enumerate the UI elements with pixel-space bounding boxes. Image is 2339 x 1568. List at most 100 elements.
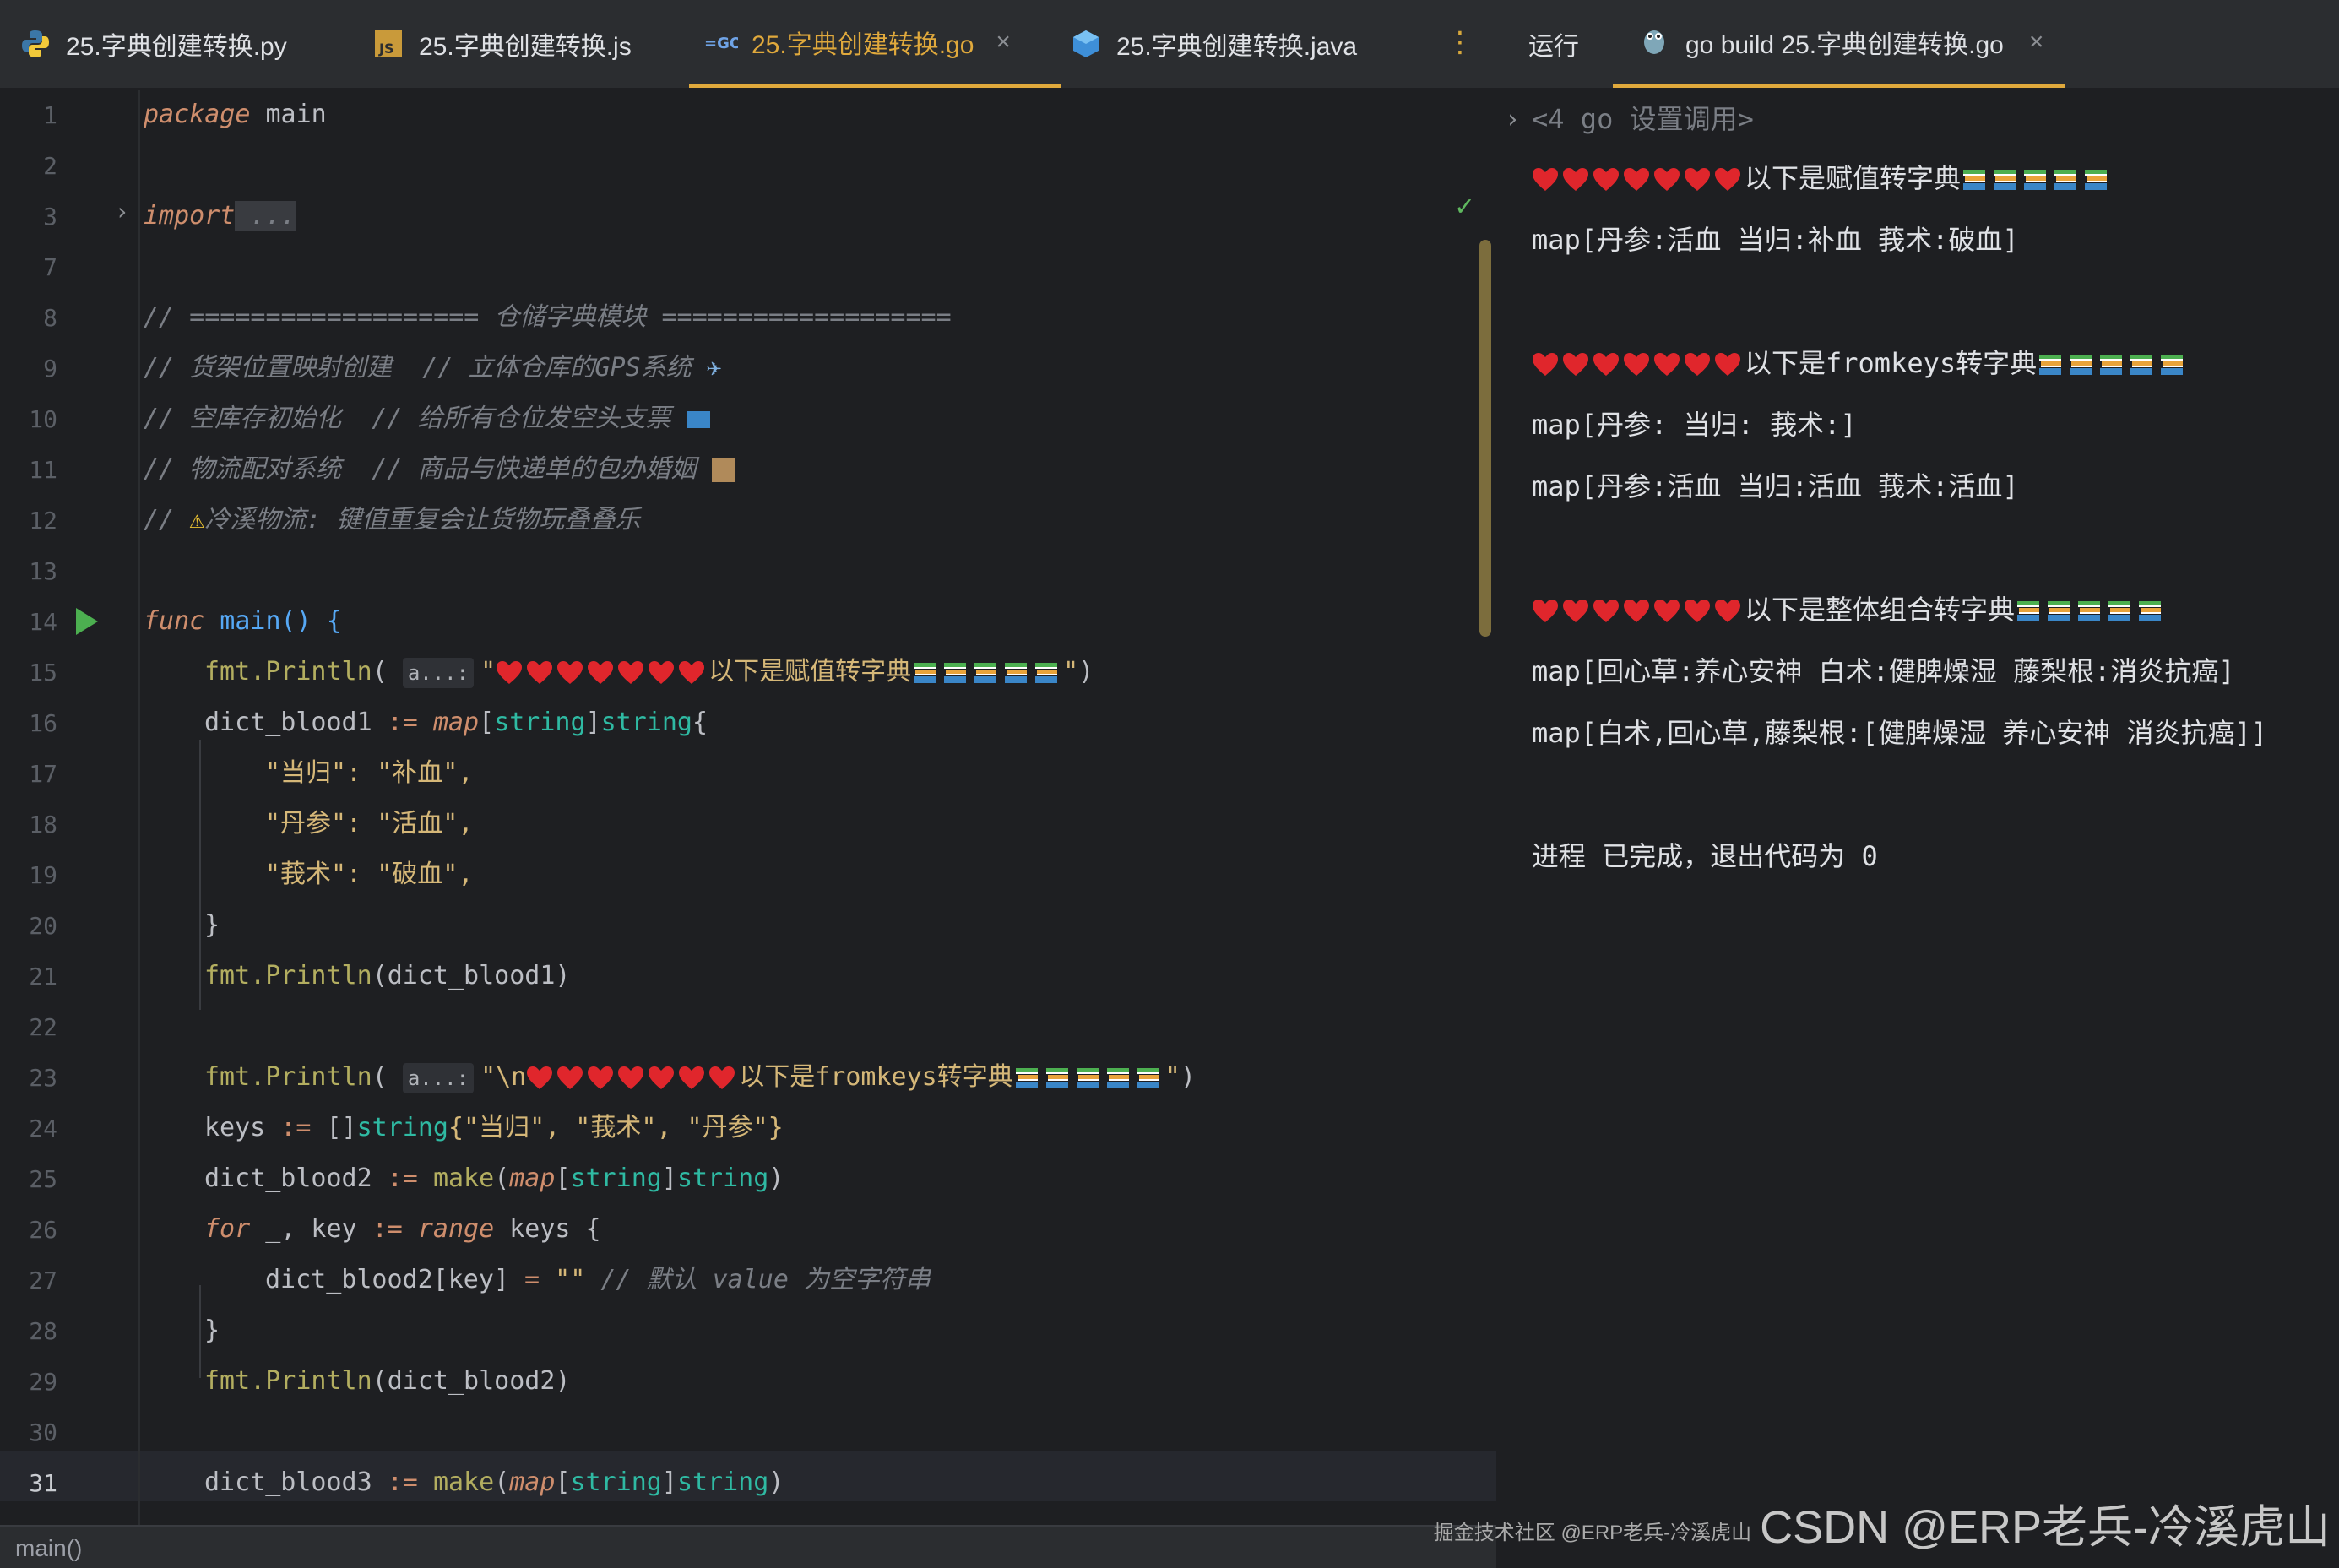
output-line: map[丹参: 当归: 莪术:] bbox=[1532, 409, 1857, 441]
line-number: 3 bbox=[43, 203, 57, 231]
run-tool-label[interactable]: 运行 bbox=[1528, 0, 1579, 88]
heart-emoji-row bbox=[1532, 347, 1745, 379]
line-number: 29 bbox=[29, 1368, 57, 1396]
line-number: 31 bbox=[29, 1469, 57, 1497]
tab-go-file[interactable]: =GO 25.字典创建转换.go × bbox=[689, 0, 1061, 88]
line-number: 16 bbox=[29, 709, 57, 737]
line-number: 17 bbox=[29, 760, 57, 788]
heart-emoji-row bbox=[1532, 594, 1745, 626]
output-line: 进程 已完成，退出代码为 0 bbox=[1532, 840, 1878, 872]
code-line-14: func main() { bbox=[144, 606, 342, 636]
line-number: 1 bbox=[43, 101, 57, 129]
line-number: 20 bbox=[29, 912, 57, 940]
close-icon[interactable]: × bbox=[996, 28, 1011, 57]
tab-label: 25.字典创建转换.go bbox=[752, 30, 974, 59]
package-icon bbox=[711, 458, 735, 482]
csdn-watermark: 掘金技术社区 @ERP老兵-冷溪虎山 CSDN @ERP老兵-冷溪虎山 bbox=[1433, 1502, 2331, 1553]
run-gutter-icon[interactable] bbox=[76, 608, 98, 635]
tab-java-file[interactable]: 25.字典创建转换.java bbox=[1069, 0, 1357, 88]
svg-text:=GO: =GO bbox=[704, 35, 738, 52]
line-number: 24 bbox=[29, 1115, 57, 1142]
chevron-right-icon[interactable]: › bbox=[1505, 105, 1520, 134]
code-line-8: // =================== 仓储字典模块 ==========… bbox=[144, 302, 952, 332]
line-number: 10 bbox=[29, 405, 57, 433]
more-tabs-icon[interactable]: ⋮ bbox=[1446, 25, 1474, 59]
heart-emoji-row bbox=[1532, 162, 1745, 194]
tab-label: 25.字典创建转换.java bbox=[1116, 33, 1358, 61]
line-number: 25 bbox=[29, 1165, 57, 1193]
js-icon: JS bbox=[372, 27, 405, 61]
line-number: 12 bbox=[29, 507, 57, 534]
line-number: 30 bbox=[29, 1419, 57, 1446]
code-line-16: dict_blood1 := map[string]string{ bbox=[204, 708, 708, 737]
output-line: map[回心草:养心安神 白术:健脾燥湿 藤梨根:消炎抗癌] bbox=[1532, 655, 2235, 687]
code-line-19: "莪术": "破血", bbox=[265, 860, 474, 889]
tab-python-file[interactable]: 25.字典创建转换.py bbox=[19, 0, 287, 88]
code-line-23: fmt.Println( a...: "\n 以下是fromkeys转字典 ") bbox=[204, 1062, 1196, 1093]
close-icon[interactable]: × bbox=[2029, 28, 2044, 57]
code-line-25: dict_blood2 := make(map[string]string) bbox=[204, 1164, 784, 1193]
gopher-icon bbox=[1642, 25, 1675, 59]
code-line-24: keys := []string{"当归", "莪术", "丹参"} bbox=[204, 1113, 784, 1142]
heart-emoji-row bbox=[526, 1062, 739, 1092]
line-number: 23 bbox=[29, 1064, 57, 1092]
tab-label: 25.字典创建转换.py bbox=[66, 33, 287, 61]
editor-scrollbar[interactable] bbox=[1479, 240, 1491, 637]
run-config-tab[interactable]: go build 25.字典创建转换.go × bbox=[1613, 0, 2065, 88]
breadcrumb[interactable]: main() bbox=[15, 1535, 82, 1562]
line-number: 8 bbox=[43, 304, 57, 332]
books-emoji-row bbox=[1961, 162, 2113, 194]
code-line-31: dict_blood3 := make(map[string]string) bbox=[204, 1468, 784, 1497]
tab-label: 25.字典创建转换.js bbox=[419, 33, 632, 61]
code-line-11: // 物流配对系统 // 商品与快递单的包办婚姻 bbox=[144, 444, 735, 495]
code-line-12: // ⚠冷溪物流: 键值重复会让货物玩叠叠乐 bbox=[144, 505, 641, 534]
fold-expand-icon[interactable]: › bbox=[115, 198, 129, 225]
code-line-9: // 货架位置映射创建 // 立体仓库的GPS系统 ✈ bbox=[144, 353, 722, 383]
output-line: 以下是赋值转字典 bbox=[1532, 157, 2113, 196]
code-line-29: fmt.Println(dict_blood2) bbox=[204, 1366, 571, 1396]
line-number: 15 bbox=[29, 659, 57, 686]
run-tab-title: go build 25.字典创建转换.go bbox=[1685, 30, 2004, 59]
code-line-15: fmt.Println( a...: " 以下是赋值转字典 ") bbox=[204, 657, 1094, 688]
indent-guide bbox=[199, 1285, 201, 1378]
run-header: <4 go 设置调用> bbox=[1532, 103, 1754, 135]
code-line-10: // 空库存初始化 // 给所有仓位发空头支票 bbox=[144, 393, 710, 444]
code-line-1: package main bbox=[144, 100, 327, 129]
line-number: 18 bbox=[29, 811, 57, 838]
line-number: 26 bbox=[29, 1216, 57, 1244]
indent-guide bbox=[199, 740, 201, 1010]
run-output-panel[interactable]: › <4 go 设置调用> 以下是赋值转字典 map[丹参:活血 当归:补血 莪术… bbox=[1496, 90, 2339, 1566]
no-problems-check-icon[interactable]: ✓ bbox=[1456, 189, 1473, 223]
books-emoji-row bbox=[2037, 347, 2189, 379]
go-icon: =GO bbox=[704, 25, 738, 59]
output-line: map[白术,回心草,藤梨根:[健脾燥湿 养心安神 消炎抗癌]] bbox=[1532, 717, 2268, 749]
tab-js-file[interactable]: JS 25.字典创建转换.js bbox=[372, 0, 632, 88]
line-number: 28 bbox=[29, 1317, 57, 1345]
books-emoji-row bbox=[1013, 1062, 1165, 1092]
java-icon bbox=[1069, 27, 1103, 61]
code-line-27: dict_blood2[key] = "" // 默认 value 为空字符串 bbox=[265, 1265, 931, 1294]
line-number: 21 bbox=[29, 963, 57, 990]
output-line: map[丹参:活血 当归:补血 莪术:破血] bbox=[1532, 224, 2019, 256]
ticket-icon bbox=[686, 410, 710, 428]
line-number: 13 bbox=[29, 557, 57, 585]
code-line-3: import ... bbox=[144, 201, 296, 231]
code-line-28: } bbox=[204, 1316, 220, 1345]
ide-window: 25.字典创建转换.py JS 25.字典创建转换.js =GO 25.字典创建… bbox=[0, 0, 2339, 1568]
output-line: map[丹参:活血 当归:活血 莪术:活血] bbox=[1532, 470, 2019, 502]
code-editor[interactable]: 1 2 3 7 8 9 10 11 12 13 14 15 16 17 18 19 20 21 22 23 24 25 26… bbox=[0, 90, 1496, 1525]
satellite-icon: ✈ bbox=[706, 353, 722, 383]
heart-emoji-row bbox=[496, 657, 708, 686]
output-line: 以下是整体组合转字典 bbox=[1532, 589, 2167, 627]
line-number: 11 bbox=[29, 456, 57, 484]
books-emoji-row bbox=[2015, 594, 2167, 626]
line-number: 27 bbox=[29, 1267, 57, 1294]
line-number: 22 bbox=[29, 1013, 57, 1041]
line-number: 14 bbox=[29, 608, 57, 636]
code-line-18: "丹参": "活血", bbox=[265, 809, 474, 838]
code-line-26: for _, key := range keys { bbox=[204, 1214, 601, 1244]
param-hint: a...: bbox=[402, 657, 475, 688]
editor-tab-bar: 25.字典创建转换.py JS 25.字典创建转换.js =GO 25.字典创建… bbox=[0, 0, 2339, 90]
breadcrumb-bar: main() bbox=[0, 1525, 1496, 1568]
line-number: 2 bbox=[43, 152, 57, 180]
